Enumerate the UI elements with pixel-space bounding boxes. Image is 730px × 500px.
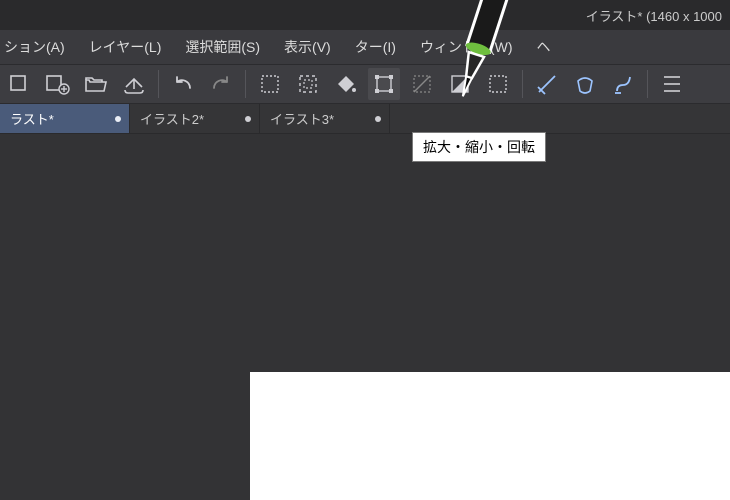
- redo-button[interactable]: [205, 68, 237, 100]
- menu-view[interactable]: 表示(V): [284, 37, 331, 57]
- undo-button[interactable]: [167, 68, 199, 100]
- canvas-area[interactable]: [0, 134, 730, 500]
- menu-bar: ション(A) レイヤー(L) 選択範囲(S) 表示(V) ター(I) ウィンドウ…: [0, 30, 730, 64]
- menu-action[interactable]: ション(A): [4, 37, 65, 57]
- tooltip-transform: 拡大・縮小・回転: [412, 132, 546, 162]
- new-canvas-button[interactable]: [4, 68, 36, 100]
- menu-cutoff[interactable]: ヘ: [536, 37, 550, 57]
- document-tab-bar: ラスト* イラスト2* イラスト3*: [0, 104, 730, 134]
- title-bar: イラスト* (1460 x 1000: [0, 0, 730, 30]
- marquee-button[interactable]: [482, 68, 514, 100]
- bucket-icon: [335, 73, 357, 95]
- save-icon: [122, 73, 146, 95]
- snap-ruler-icon: [536, 73, 558, 95]
- toolbar-group-selection: [254, 68, 514, 100]
- redo-icon: [209, 73, 233, 95]
- crop-diagonal-icon: [411, 73, 433, 95]
- snap-perspective-button[interactable]: [569, 68, 601, 100]
- deselect-button[interactable]: [254, 68, 286, 100]
- fill-button[interactable]: [330, 68, 362, 100]
- document-title: イラスト* (1460 x 1000: [586, 6, 722, 25]
- toolbar-group-grid: [656, 68, 688, 100]
- transform-icon: [373, 73, 395, 95]
- crop-button[interactable]: [406, 68, 438, 100]
- new-canvas-icon: [9, 73, 31, 95]
- new-canvas-add-button[interactable]: [42, 68, 74, 100]
- document-tab-label: イラスト2*: [140, 109, 204, 128]
- open-button[interactable]: [80, 68, 112, 100]
- new-canvas-add-icon: [45, 73, 71, 95]
- toolbar-separator: [245, 70, 246, 98]
- save-button[interactable]: [118, 68, 150, 100]
- toolbar-group-history: [167, 68, 237, 100]
- tab-modified-dot: [375, 116, 381, 122]
- toolbar-separator: [522, 70, 523, 98]
- canvas-paper[interactable]: [250, 372, 730, 500]
- marquee-corners-icon: [297, 73, 319, 95]
- snap-brush-icon: [612, 73, 634, 95]
- document-tab-label: ラスト*: [10, 109, 54, 128]
- document-tab-label: イラスト3*: [270, 109, 334, 128]
- document-tab-2[interactable]: イラスト2*: [130, 104, 260, 133]
- menu-layer[interactable]: レイヤー(L): [89, 37, 162, 57]
- tab-modified-dot: [245, 116, 251, 122]
- toolbar-group-file: [4, 68, 150, 100]
- menu-filter[interactable]: ター(I): [355, 37, 396, 57]
- tab-modified-dot: [115, 116, 121, 122]
- toolbar: [0, 64, 730, 104]
- document-tab-3[interactable]: イラスト3*: [260, 104, 390, 133]
- marquee-dashed-icon: [259, 73, 281, 95]
- grid-icon: [661, 73, 683, 95]
- grid-button[interactable]: [656, 68, 688, 100]
- snap-special-button[interactable]: [607, 68, 639, 100]
- transform-button[interactable]: [368, 68, 400, 100]
- select-all-button[interactable]: [292, 68, 324, 100]
- snap-cup-icon: [574, 73, 596, 95]
- marquee-icon: [487, 73, 509, 95]
- snap-ruler-button[interactable]: [531, 68, 563, 100]
- document-tab-1[interactable]: ラスト*: [0, 104, 130, 133]
- toolbar-group-snap: [531, 68, 639, 100]
- half-fill-icon: [449, 73, 471, 95]
- tonal-button[interactable]: [444, 68, 476, 100]
- menu-window[interactable]: ウィンドウ(W): [420, 37, 513, 57]
- menu-selection[interactable]: 選択範囲(S): [185, 37, 260, 57]
- undo-icon: [171, 73, 195, 95]
- folder-open-icon: [84, 73, 108, 95]
- toolbar-separator: [647, 70, 648, 98]
- toolbar-separator: [158, 70, 159, 98]
